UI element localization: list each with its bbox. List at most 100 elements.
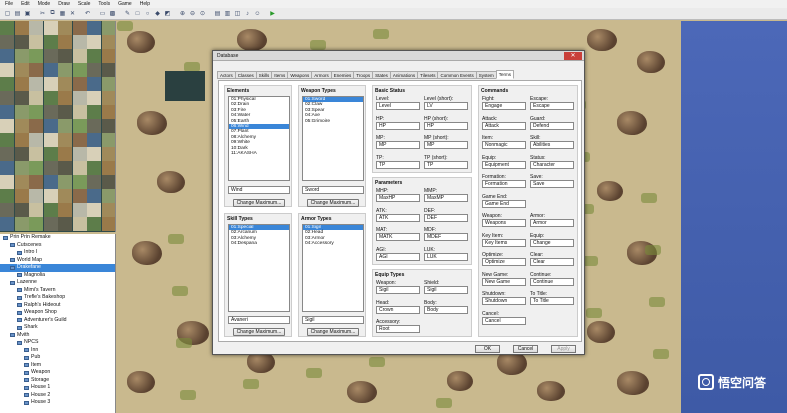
palette-tile[interactable]: [29, 91, 43, 105]
field-input[interactable]: Weapons: [482, 219, 526, 227]
tab-weapons[interactable]: Weapons: [287, 71, 313, 79]
field-input[interactable]: Body: [424, 305, 468, 314]
palette-tile[interactable]: [58, 105, 72, 119]
weapon-type-name-input[interactable]: Sword: [302, 186, 364, 194]
palette-tile[interactable]: [29, 147, 43, 161]
palette-tile[interactable]: [0, 49, 14, 63]
field-input[interactable]: TP: [424, 160, 468, 169]
field-input[interactable]: Optimize: [482, 258, 526, 266]
palette-tile[interactable]: [14, 21, 29, 35]
palette-tile[interactable]: [0, 119, 14, 133]
palette-tile[interactable]: [101, 175, 115, 189]
palette-tile[interactable]: [0, 63, 14, 77]
map-tree-item[interactable]: World Map: [0, 257, 115, 265]
field-input[interactable]: Armor: [530, 219, 574, 227]
elements-change-maximum-button[interactable]: Change Maximum...: [233, 199, 285, 207]
map-tree-item[interactable]: Lazenne: [0, 279, 115, 287]
palette-tile[interactable]: [87, 35, 101, 49]
map-tree-item[interactable]: Shark: [0, 324, 115, 332]
tab-terms[interactable]: Terms: [495, 70, 515, 79]
palette-tile[interactable]: [72, 147, 87, 161]
new-icon[interactable]: ▢: [3, 9, 12, 18]
elements-list[interactable]: 01:Physical 02:Drain 03:Fire 04:Water 05:Ear…: [228, 96, 290, 181]
field-input[interactable]: MP: [424, 141, 468, 149]
map-tree-item[interactable]: Storage: [0, 377, 115, 385]
palette-tile[interactable]: [58, 175, 72, 189]
palette-tile[interactable]: [43, 77, 58, 91]
field-input[interactable]: Character: [530, 160, 574, 169]
armor-type-name-input[interactable]: Sigil: [302, 316, 364, 324]
palette-tile[interactable]: [0, 105, 14, 119]
palette-tile[interactable]: [29, 161, 43, 175]
palette-tile[interactable]: [58, 21, 72, 35]
palette-tile[interactable]: [101, 63, 115, 77]
palette-tile[interactable]: [29, 105, 43, 119]
field-input[interactable]: ATK: [376, 213, 420, 222]
palette-tile[interactable]: [101, 105, 115, 119]
list-item[interactable]: 04:Accessory: [303, 241, 363, 246]
map-tree-item[interactable]: Magnolia: [0, 272, 115, 280]
palette-tile[interactable]: [72, 175, 87, 189]
palette-tile[interactable]: [43, 133, 58, 147]
field-input[interactable]: Formation: [482, 180, 526, 188]
palette-tile[interactable]: [58, 77, 72, 91]
palette-tile[interactable]: [87, 91, 101, 105]
playtest-icon[interactable]: ▶: [268, 9, 277, 18]
menu-item-edit[interactable]: Edit: [21, 0, 30, 8]
palette-tile[interactable]: [43, 161, 58, 175]
palette-tile[interactable]: [58, 35, 72, 49]
palette-tile[interactable]: [58, 147, 72, 161]
field-input[interactable]: Engage: [482, 102, 526, 110]
palette-tile[interactable]: [43, 63, 58, 77]
palette-tile[interactable]: [14, 147, 29, 161]
palette-tile[interactable]: [58, 217, 72, 231]
palette-tile[interactable]: [0, 35, 14, 49]
palette-tile[interactable]: [14, 217, 29, 231]
undo-icon[interactable]: ↶: [83, 9, 92, 18]
palette-tile[interactable]: [29, 133, 43, 147]
map-tree-item[interactable]: Adventurer's Guild: [0, 317, 115, 325]
palette-tile[interactable]: [87, 147, 101, 161]
palette-tile[interactable]: [29, 35, 43, 49]
palette-tile[interactable]: [14, 161, 29, 175]
palette-tile[interactable]: [87, 77, 101, 91]
palette-tile[interactable]: [101, 21, 115, 35]
palette-tile[interactable]: [87, 133, 101, 147]
field-input[interactable]: Sigil: [424, 286, 468, 294]
field-input[interactable]: Key Items: [482, 238, 526, 247]
palette-tile[interactable]: [14, 119, 29, 133]
palette-tile[interactable]: [29, 49, 43, 63]
tab-armors[interactable]: Armors: [311, 71, 332, 79]
palette-tile[interactable]: [87, 203, 101, 217]
palette-tile[interactable]: [87, 21, 101, 35]
tab-animations[interactable]: Animations: [389, 71, 419, 79]
field-input[interactable]: Equipment: [482, 160, 526, 169]
palette-tile[interactable]: [29, 189, 43, 203]
map-tree-item[interactable]: Pub: [0, 354, 115, 362]
field-input[interactable]: AGI: [376, 252, 420, 261]
cancel-button[interactable]: Cancel: [513, 345, 538, 353]
palette-tile[interactable]: [29, 217, 43, 231]
layer-event-icon[interactable]: ▩: [108, 9, 117, 18]
palette-tile[interactable]: [14, 49, 29, 63]
menu-item-mode[interactable]: Mode: [38, 0, 51, 8]
field-input[interactable]: MaxMP: [424, 194, 468, 202]
field-input[interactable]: HP: [424, 121, 468, 130]
palette-tile[interactable]: [43, 175, 58, 189]
field-input[interactable]: Attack: [482, 121, 526, 130]
palette-tile[interactable]: [87, 49, 101, 63]
palette-tile[interactable]: [58, 91, 72, 105]
palette-tile[interactable]: [72, 91, 87, 105]
palette-tile[interactable]: [72, 49, 87, 63]
apply-button[interactable]: Apply: [551, 345, 576, 353]
map-tree-item[interactable]: Mvith: [0, 332, 115, 340]
field-input[interactable]: Sigil: [376, 286, 420, 294]
field-input[interactable]: Root: [376, 325, 420, 333]
menu-item-file[interactable]: File: [5, 0, 13, 8]
map-tree-item[interactable]: Inn: [0, 347, 115, 355]
weapon-types-list[interactable]: 01:Sword 02:Claw 03:Spear 04:Axe 05:Grimoire: [302, 96, 364, 181]
map-tree-item[interactable]: Mimi's Tavern: [0, 287, 115, 295]
paste-icon[interactable]: ▦: [58, 9, 67, 18]
field-input[interactable]: To Title: [530, 297, 574, 305]
map-tree[interactable]: Prin Prin Remake Cutscenes Intro I World Ma…: [0, 234, 116, 413]
